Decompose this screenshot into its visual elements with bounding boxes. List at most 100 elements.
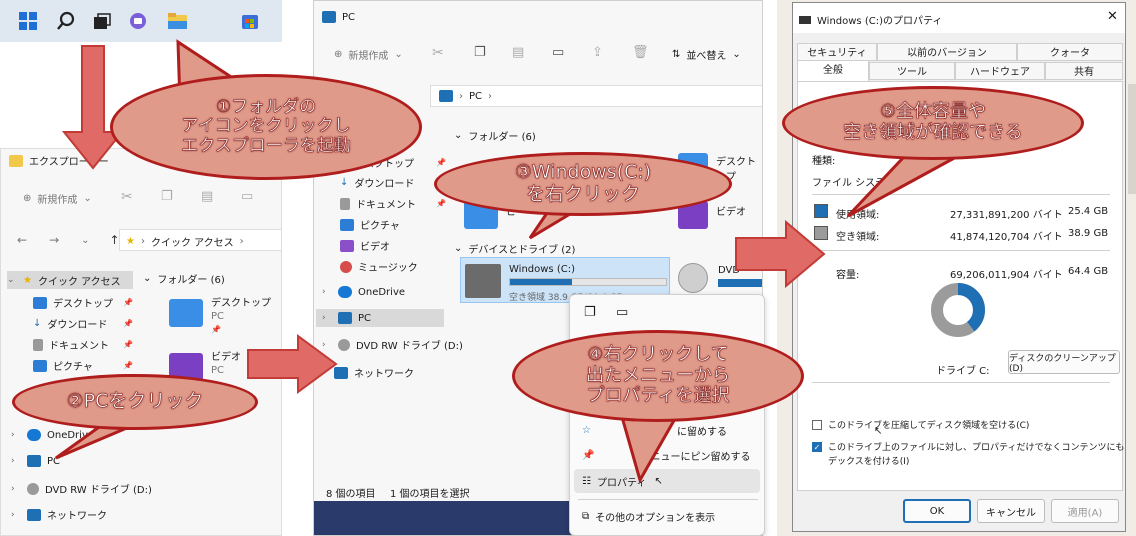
tab-tools[interactable]: ツール: [869, 62, 955, 80]
cut-icon[interactable]: ✂: [432, 45, 444, 61]
cancel-button[interactable]: キャンセル: [977, 499, 1045, 523]
compress-checkbox-row[interactable]: このドライブを圧縮してディスク領域を空ける(C): [812, 418, 1029, 431]
more-options-icon: ⧉: [582, 511, 590, 522]
menu-item-pin-start[interactable]: ☆ に留めする: [582, 423, 762, 438]
rename-icon[interactable]: ▭: [552, 45, 564, 60]
nav-item-onedrive[interactable]: › OneDrive: [11, 429, 94, 441]
address-bar[interactable]: › PC ›: [430, 85, 762, 107]
new-button[interactable]: ⊕ 新規作成 ⌄: [334, 47, 403, 62]
address-bar[interactable]: ★ › クイック アクセス ›: [119, 229, 281, 251]
pin-icon: ☆: [582, 425, 591, 436]
tab-sharing[interactable]: 共有: [1045, 62, 1123, 80]
divider: [812, 250, 1110, 251]
used-bytes: 27,331,891,200 バイト: [950, 210, 1063, 221]
chevron-down-icon[interactable]: ⌄: [81, 235, 89, 246]
chevron-down-icon: ⌄: [454, 130, 463, 141]
folder-item-desktop[interactable]: デスクトップ PC 📌: [211, 297, 271, 336]
pin-icon: 📌: [211, 325, 221, 334]
pc-icon: [338, 312, 352, 324]
folder-item-videos[interactable]: ビデオ PC: [211, 351, 241, 377]
usage-donut-chart: [931, 283, 985, 337]
dialog-titlebar: Windows (C:)のプロパティ ✕: [793, 3, 1125, 33]
nav-item-network[interactable]: ネットワーク: [334, 365, 414, 380]
ok-button[interactable]: OK: [903, 499, 971, 523]
star-icon: ★: [126, 236, 135, 247]
copy-icon[interactable]: ❐: [584, 305, 596, 320]
nav-item-dvd[interactable]: › DVD RW ドライブ (D:): [322, 337, 463, 352]
devices-section-header[interactable]: ⌄ デバイスとドライブ (2): [454, 241, 575, 256]
cut-icon[interactable]: ✂: [121, 189, 133, 205]
nav-item-desktop[interactable]: デスクトップ 📌: [33, 295, 133, 310]
nav-item-onedrive[interactable]: › OneDrive: [322, 286, 405, 298]
nav-item-documents[interactable]: ドキュメント 📌: [340, 196, 446, 211]
nav-item-network[interactable]: › ネットワーク: [11, 507, 107, 522]
document-icon: [33, 338, 43, 351]
store-icon[interactable]: [240, 11, 262, 33]
pin-icon: 📌: [123, 340, 133, 349]
capacity-label: 容量:: [836, 270, 860, 281]
rename-icon[interactable]: ▭: [616, 305, 628, 320]
back-icon[interactable]: ←: [17, 233, 27, 247]
nav-item-pictures[interactable]: ピクチャ: [340, 217, 400, 232]
pin-icon: 📌: [123, 298, 133, 307]
nav-item-pc[interactable]: › PC: [11, 455, 60, 467]
copy-icon[interactable]: ❐: [474, 45, 486, 60]
tab-security[interactable]: セキュリティ: [797, 43, 877, 61]
music-icon: [340, 260, 352, 273]
desktop-folder-icon[interactable]: [169, 299, 203, 327]
search-icon[interactable]: [56, 11, 78, 33]
paste-icon[interactable]: ▤: [512, 45, 524, 60]
folder-item-videos[interactable]: ビデオ: [716, 203, 746, 218]
nav-item-pictures[interactable]: ピクチャ 📌: [33, 358, 133, 373]
index-checkbox[interactable]: ✓: [812, 442, 822, 452]
nav-item-quick-access[interactable]: ⌄ ★ クイック アクセス: [7, 271, 133, 289]
divider: [812, 194, 1110, 195]
new-button[interactable]: ⊕ 新規作成 ⌄: [23, 191, 92, 206]
task-view-icon[interactable]: [92, 12, 114, 34]
taskbar: [0, 0, 282, 42]
pin-icon: 📌: [123, 361, 133, 370]
delete-icon[interactable]: 🗑: [632, 45, 649, 60]
share-icon[interactable]: ⇪: [592, 45, 603, 60]
disk-cleanup-button[interactable]: ディスクのクリーンアップ(D): [1008, 350, 1120, 374]
free-swatch: [814, 226, 828, 240]
copy-icon[interactable]: ❐: [161, 189, 173, 204]
paste-icon[interactable]: ▤: [201, 189, 213, 204]
pc-icon: [322, 11, 336, 23]
network-icon: [27, 508, 41, 521]
side-strip: [1128, 84, 1136, 194]
apply-button[interactable]: 適用(A): [1051, 499, 1119, 523]
chevron-down-icon: ⌄: [394, 49, 403, 60]
section-header[interactable]: ⌄ フォルダー (6): [143, 271, 225, 286]
nav-item-downloads[interactable]: ↓ダウンロード📌: [340, 175, 446, 190]
free-label: 空き領域:: [836, 232, 880, 243]
tab-quota[interactable]: クォータ: [1017, 43, 1123, 61]
compress-checkbox[interactable]: [812, 419, 822, 430]
tab-hardware[interactable]: ハードウェア: [955, 62, 1045, 80]
chat-icon[interactable]: [128, 11, 150, 33]
nav-item-downloads[interactable]: ↓ダウンロード📌: [33, 316, 133, 331]
tab-previous-versions[interactable]: 以前のバージョン: [877, 43, 1017, 61]
menu-item-pin-quick-access[interactable]: 📌 メニューにピン留めする: [582, 448, 762, 463]
rename-icon[interactable]: ▭: [241, 189, 253, 204]
pin-icon: 📌: [582, 450, 595, 461]
menu-item-properties[interactable]: ☷ プロパティ ↖: [574, 469, 760, 493]
tab-general[interactable]: 全般: [797, 60, 869, 82]
free-gb: 38.9 GB: [1068, 228, 1109, 239]
pc-icon: [439, 90, 453, 102]
nav-item-music[interactable]: ミュージック: [340, 259, 418, 274]
close-icon[interactable]: ✕: [1107, 9, 1118, 24]
forward-icon[interactable]: →: [49, 233, 59, 247]
menu-item-more-options[interactable]: ⧉ その他のオプションを表示: [582, 509, 715, 524]
nav-item-pc[interactable]: › PC: [316, 309, 444, 327]
document-icon: [340, 197, 350, 210]
folders-section-header[interactable]: ⌄ フォルダー (6): [454, 128, 536, 143]
file-explorer-icon[interactable]: [167, 11, 189, 33]
nav-item-dvd[interactable]: › DVD RW ドライブ (D:): [11, 481, 152, 496]
drive-icon: [799, 15, 811, 24]
chevron-right-icon: ›: [322, 287, 326, 297]
sort-button[interactable]: ⇅ 並べ替え ⌄: [672, 47, 741, 62]
windows-logo-icon[interactable]: [18, 11, 40, 33]
nav-item-documents[interactable]: ドキュメント 📌: [33, 337, 133, 352]
nav-item-videos[interactable]: ビデオ: [340, 238, 390, 253]
